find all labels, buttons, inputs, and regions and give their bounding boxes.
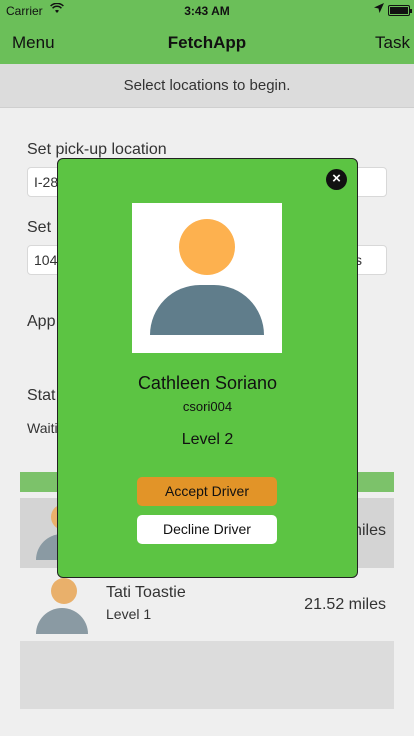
task-button[interactable]: Task xyxy=(375,33,410,53)
driver-username: csori004 xyxy=(182,399,233,414)
pickup-value: I-28 xyxy=(34,174,59,190)
driver-avatar-large xyxy=(132,203,282,353)
decline-driver-button[interactable]: Decline Driver xyxy=(137,515,277,544)
pickup-label: Set pick-up location xyxy=(27,141,167,158)
status-bar: Carrier 3:43 AM xyxy=(0,0,414,20)
driver-row-empty xyxy=(20,641,394,709)
driver-name: Tati Toastie xyxy=(106,584,186,601)
app-label: App xyxy=(27,313,56,330)
driver-distance: 21.52 miles xyxy=(304,596,386,613)
location-arrow-icon xyxy=(374,3,384,16)
clock: 3:43 AM xyxy=(184,4,230,18)
driver-full-name: Cathleen Soriano xyxy=(137,373,278,393)
avatar-body xyxy=(150,285,264,335)
driver-profile-modal: × Cathleen Soriano csori004 Level 2 Acce… xyxy=(57,158,358,578)
avatar-head xyxy=(179,219,235,275)
status-value: Waiti xyxy=(27,420,58,436)
app-title: FetchApp xyxy=(167,33,247,52)
close-icon[interactable]: × xyxy=(326,169,347,190)
status-label: Stat xyxy=(27,387,56,404)
driver-row[interactable]: Tati Toastie Level 1 21.52 miles xyxy=(20,572,394,642)
driver-level: Level 1 xyxy=(106,606,152,622)
accept-driver-button[interactable]: Accept Driver xyxy=(137,477,277,506)
driver-level: Level 2 xyxy=(181,431,234,448)
navigation-bar: Menu FetchApp Task xyxy=(0,20,414,64)
driver-avatar xyxy=(34,578,92,636)
dropoff-label: Set xyxy=(27,219,52,236)
top-bar: Carrier 3:43 AM Menu FetchApp Task xyxy=(0,0,414,64)
dropoff-value: 104 xyxy=(34,252,58,268)
battery-icon xyxy=(388,5,412,16)
instruction-banner: Select locations to begin. xyxy=(0,64,414,108)
